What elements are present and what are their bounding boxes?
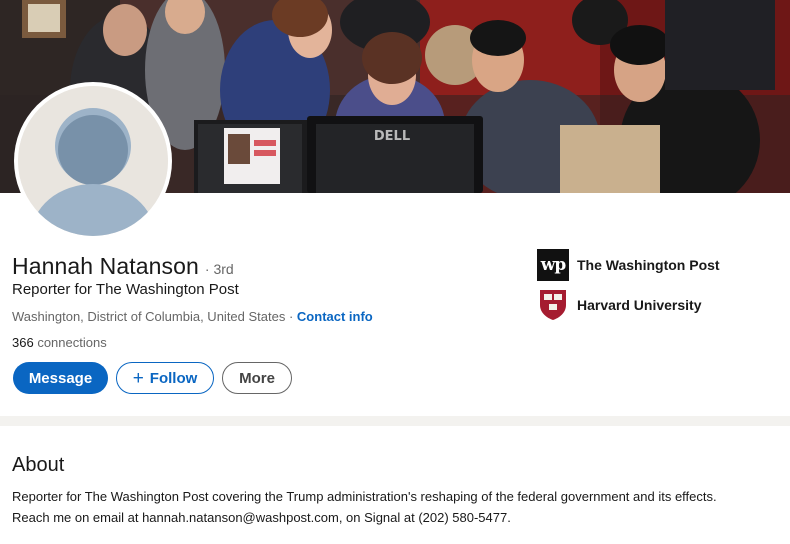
about-title: About [12, 454, 65, 476]
location-row: Washington, District of Columbia, United… [12, 309, 373, 324]
washington-post-logo-icon: wp [537, 249, 569, 281]
follow-button[interactable]: + Follow [116, 362, 214, 394]
plus-icon: + [132, 367, 144, 389]
profile-headline: Reporter for The Washington Post [12, 281, 239, 298]
org-name: The Washington Post [577, 257, 720, 273]
contact-info-link[interactable]: Contact info [297, 309, 373, 324]
person-placeholder-icon [18, 86, 168, 236]
about-text: Reporter for The Washington Post coverin… [12, 489, 717, 525]
org-current-company[interactable]: wp The Washington Post [537, 249, 720, 281]
monitor-brand: DELL [374, 129, 410, 144]
connections-label: connections [33, 335, 107, 350]
connections-count[interactable]: 366 connections [12, 335, 107, 350]
profile-name: Hannah Natanson [12, 253, 199, 279]
profile-card: DELL Hannah Natanson · 3rd Reporter for … [0, 0, 790, 416]
name-row: Hannah Natanson · 3rd [12, 253, 234, 280]
profile-photo[interactable] [14, 82, 172, 240]
more-button[interactable]: More [222, 362, 292, 394]
about-section: About Reporter for The Washington Post c… [0, 426, 790, 544]
avatar [18, 86, 168, 236]
profile-location: Washington, District of Columbia, United… [12, 309, 297, 324]
org-education[interactable]: Harvard University [537, 289, 702, 321]
connections-number: 366 [12, 335, 34, 350]
connection-degree: · 3rd [204, 261, 234, 277]
follow-label: Follow [149, 369, 198, 387]
harvard-shield-logo-icon [537, 289, 569, 321]
message-button[interactable]: Message [13, 362, 108, 394]
org-name: Harvard University [577, 297, 702, 313]
